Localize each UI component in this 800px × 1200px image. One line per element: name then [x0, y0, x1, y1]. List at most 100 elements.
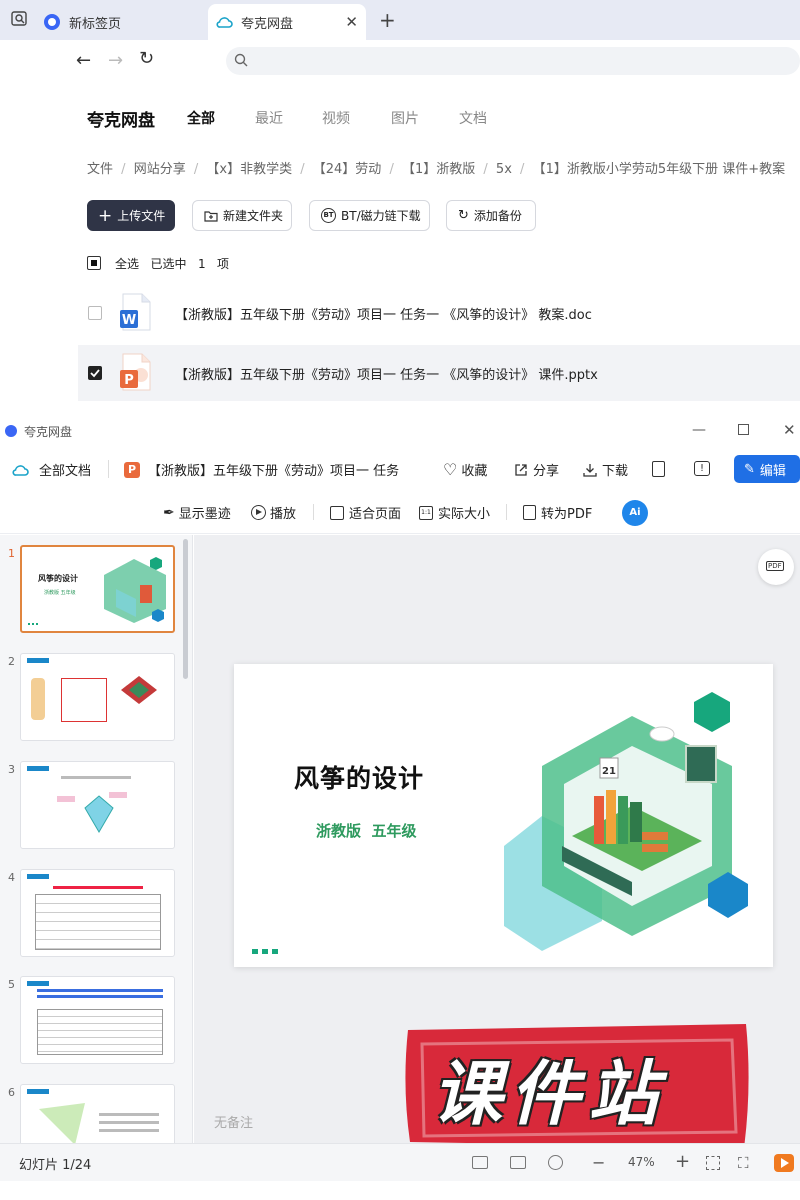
actual-size-button[interactable]: 1:1 实际大小: [419, 503, 490, 522]
add-backup-button[interactable]: ↻ 添加备份: [446, 200, 536, 231]
download-button[interactable]: 下载: [583, 460, 628, 479]
slide-thumbnail[interactable]: [20, 653, 175, 741]
play-icon: [251, 505, 266, 520]
current-slide: 风筝的设计 浙教版 五年级 21: [234, 664, 773, 967]
slide-thumbnail[interactable]: [20, 761, 175, 849]
thumbnail-number: 5: [8, 978, 15, 991]
nav-tab-video[interactable]: 视频: [322, 108, 350, 128]
close-window-icon[interactable]: ✕: [783, 421, 796, 439]
browser-tab-strip: 新标签页 夸克网盘 ✕ +: [0, 0, 800, 40]
slide-thumbnail-panel: 1 风筝的设计 浙教版 五年级 2 3 4 5 6: [0, 535, 193, 1143]
thumbnail-number: 1: [8, 547, 15, 560]
globe-icon[interactable]: [548, 1155, 563, 1170]
all-docs-button[interactable]: 全部文档: [12, 460, 91, 479]
breadcrumb-item[interactable]: 【24】劳动: [313, 162, 382, 177]
bt-download-button[interactable]: BT BT/磁力链下载: [309, 200, 430, 231]
upload-button[interactable]: + 上传文件: [87, 200, 175, 231]
play-button[interactable]: 播放: [251, 503, 296, 522]
selected-unit: 项: [217, 257, 230, 271]
slide-subtitle: 浙教版 五年级: [316, 822, 417, 840]
thumb-illustration: [104, 557, 166, 623]
zoom-out-icon[interactable]: −: [592, 1153, 605, 1172]
maximize-icon[interactable]: [738, 424, 749, 435]
slide-title: 风筝的设计: [294, 764, 425, 793]
breadcrumb-item[interactable]: 文件: [87, 162, 113, 177]
show-ink-button[interactable]: ✒ 显示墨迹: [163, 503, 231, 523]
save-to-icon[interactable]: [652, 461, 665, 477]
zoom-level[interactable]: 47%: [628, 1155, 655, 1169]
fullscreen-icon[interactable]: ⛶: [738, 1154, 749, 1172]
breadcrumb-item[interactable]: 网站分享: [134, 162, 186, 177]
file-row[interactable]: P 【浙教版】五年级下册《劳动》项目一 任务一 《风筝的设计》 课件.pptx: [78, 345, 800, 401]
slide-thumbnail[interactable]: 风筝的设计 浙教版 五年级: [20, 545, 175, 633]
select-all-checkbox[interactable]: [87, 256, 101, 270]
file-row[interactable]: W 【浙教版】五年级下册《劳动》项目一 任务一 《风筝的设计》 教案.doc: [78, 285, 800, 341]
slide-thumbnail[interactable]: [20, 869, 175, 957]
divider: [506, 504, 507, 520]
tab-search-icon[interactable]: [10, 9, 30, 29]
minimize-icon[interactable]: —: [692, 422, 706, 438]
fit-page-label: 适合页面: [349, 507, 402, 522]
tab-label: 新标签页: [69, 16, 122, 32]
play-slideshow-icon[interactable]: [774, 1154, 794, 1172]
collect-button[interactable]: ♡ 收藏: [443, 460, 487, 479]
quark-logo-icon: [5, 425, 17, 437]
slide-dots: [252, 939, 278, 958]
fit-page-button[interactable]: 适合页面: [330, 503, 401, 522]
tab-new-tab[interactable]: 新标签页: [44, 4, 204, 40]
watermark-stamp: 课件站: [400, 1016, 755, 1156]
viewer-title-bar: 夸克网盘 — ✕: [0, 416, 800, 446]
zoom-in-icon[interactable]: +: [675, 1151, 690, 1172]
tab-quark-cloud[interactable]: 夸克网盘 ✕: [208, 4, 366, 40]
thumbnail-scrollbar[interactable]: [183, 539, 188, 679]
forward-icon[interactable]: →: [108, 50, 123, 71]
nav-tab-image[interactable]: 图片: [391, 108, 419, 128]
select-all-label[interactable]: 全选: [115, 257, 139, 271]
selected-label: 已选中: [150, 257, 187, 271]
thumb-title: 风筝的设计: [38, 574, 78, 583]
fit-window-icon[interactable]: [706, 1156, 720, 1170]
feedback-icon[interactable]: !: [694, 461, 710, 476]
breadcrumb-item[interactable]: 5x: [496, 162, 512, 177]
url-input[interactable]: [226, 47, 800, 75]
ai-assistant-button[interactable]: Ai: [622, 500, 648, 526]
window-bottom-edge: [0, 1181, 800, 1200]
ppt-file-icon: P: [119, 353, 151, 391]
new-tab-icon[interactable]: +: [379, 8, 396, 32]
ai-label: Ai: [629, 507, 641, 518]
bt-icon: BT: [321, 208, 336, 223]
breadcrumb-item[interactable]: 【1】浙教版: [402, 162, 475, 177]
share-button[interactable]: 分享: [514, 460, 559, 479]
download-icon: [583, 463, 597, 477]
breadcrumb-item[interactable]: 【1】浙教版小学劳动5年级下册 课件+教案: [533, 162, 786, 177]
reload-icon[interactable]: ↻: [139, 48, 154, 69]
file-checkbox-checked[interactable]: [88, 366, 102, 380]
file-name[interactable]: 【浙教版】五年级下册《劳动》项目一 任务一 《风筝的设计》 教案.doc: [175, 304, 592, 323]
divider: [108, 460, 109, 478]
to-pdf-button[interactable]: 转为PDF: [523, 503, 592, 522]
cloud-icon: [216, 15, 233, 29]
selected-count: 1: [197, 257, 206, 271]
slide-view-icon[interactable]: [510, 1156, 526, 1169]
breadcrumb-item[interactable]: 【x】非教学类: [206, 162, 292, 177]
file-name[interactable]: 【浙教版】五年级下册《劳动》项目一 任务一 《风筝的设计》 课件.pptx: [175, 364, 598, 383]
slide-thumbnail[interactable]: [20, 976, 175, 1064]
ppt-icon: P: [124, 461, 140, 478]
new-folder-button[interactable]: 新建文件夹: [192, 200, 292, 231]
nav-tab-recent[interactable]: 最近: [255, 108, 283, 128]
word-file-icon: W: [119, 293, 151, 331]
export-pdf-button[interactable]: PDF: [758, 549, 794, 585]
back-icon[interactable]: ←: [76, 50, 91, 71]
nav-tab-docs[interactable]: 文档: [459, 108, 487, 128]
nav-tab-all[interactable]: 全部: [187, 108, 215, 128]
cloud-icon: [12, 463, 29, 477]
close-tab-icon[interactable]: ✕: [345, 13, 358, 31]
file-checkbox[interactable]: [88, 306, 102, 320]
view-mode-icon[interactable]: [472, 1156, 488, 1169]
backup-label: 添加备份: [473, 209, 522, 223]
classroom-illustration: 21: [504, 692, 748, 951]
slide-thumbnail[interactable]: [20, 1084, 175, 1143]
play-label: 播放: [270, 507, 297, 522]
new-folder-label: 新建文件夹: [223, 209, 284, 223]
edit-button[interactable]: ✎ 编辑: [734, 455, 800, 483]
